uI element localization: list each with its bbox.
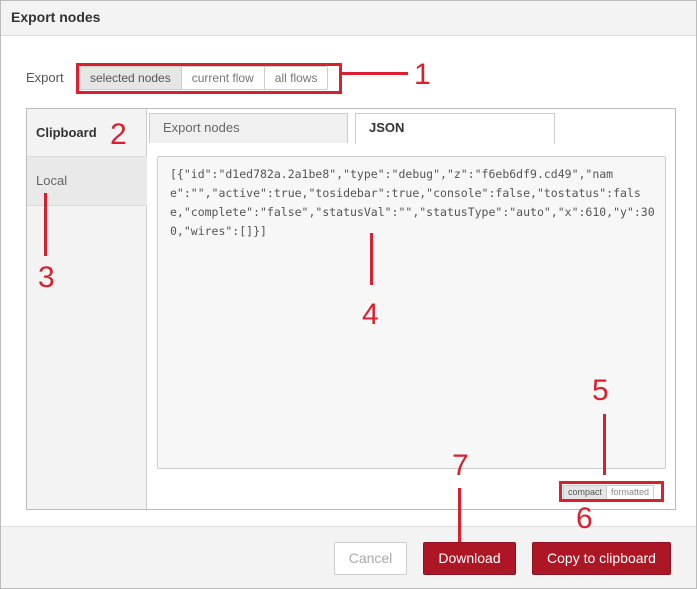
copy-to-clipboard-button[interactable]: Copy to clipboard (532, 542, 671, 575)
annotation-line-3 (44, 193, 47, 256)
annotation-label-4: 4 (362, 298, 379, 331)
annotation-label-5: 5 (592, 374, 609, 407)
dialog-title: Export nodes (11, 9, 101, 25)
tab-export-nodes[interactable]: Export nodes (149, 113, 348, 143)
annotation-label-3: 3 (38, 261, 55, 294)
annotation-label-6: 6 (576, 502, 593, 535)
download-button[interactable]: Download (423, 542, 516, 575)
cancel-button[interactable]: Cancel (334, 542, 407, 575)
annotation-line-7 (458, 488, 461, 542)
annotation-label-1: 1 (414, 58, 431, 91)
dialog-footer: Cancel Download Copy to clipboard (1, 526, 696, 588)
json-content: [{"id":"d1ed782a.2a1be8","type":"debug",… (170, 167, 655, 238)
json-editor[interactable]: [{"id":"d1ed782a.2a1be8","type":"debug",… (157, 156, 666, 469)
annotation-line-4 (370, 233, 373, 285)
sidebar-item-label: Local (36, 173, 68, 188)
clipboard-sidebar: Clipboard Local (27, 109, 147, 509)
annotation-label-2: 2 (110, 118, 127, 151)
tab-json[interactable]: JSON (355, 113, 555, 144)
annotation-label-7: 7 (452, 449, 469, 482)
sidebar-heading-clipboard[interactable]: Clipboard (36, 125, 97, 140)
annotation-box-export-scope (76, 63, 342, 94)
dialog-titlebar: Export nodes (1, 1, 696, 36)
export-label: Export (26, 70, 64, 85)
annotation-line-1 (342, 72, 408, 75)
export-panel: Clipboard Local Export nodes JSON [{"id"… (26, 108, 676, 510)
annotation-box-format (559, 481, 664, 502)
annotation-line-5 (603, 414, 606, 475)
